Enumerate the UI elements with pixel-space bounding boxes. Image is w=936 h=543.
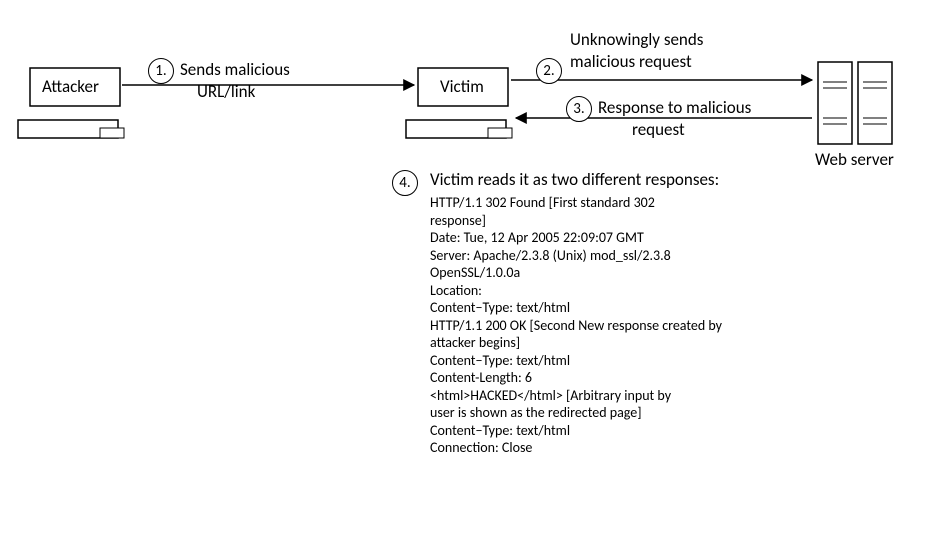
- http-l10: Content−Type: text/html: [430, 352, 722, 370]
- http-l07: Content−Type: text/html: [430, 299, 722, 317]
- http-l15: Connection: Close: [430, 439, 722, 457]
- http-l12: <html>HACKED</html> [Arbitrary input by: [430, 387, 722, 405]
- http-l11: Content-Length: 6: [430, 369, 722, 387]
- step4-number: 4.: [392, 170, 418, 196]
- http-l06: Location:: [430, 282, 722, 300]
- victim-label: Victim: [440, 77, 484, 97]
- step2-text-l2: malicious request: [570, 52, 692, 72]
- diagram-stage: Attacker Victim Web server 1. Sends mali…: [0, 0, 936, 543]
- http-l02: response]: [430, 212, 722, 230]
- http-l04: Server: Apache/2.3.8 (Unix) mod_ssl/2.3.…: [430, 247, 722, 265]
- step2-number: 2.: [536, 58, 562, 84]
- webserver-icon: [818, 62, 892, 144]
- http-l03: Date: Tue, 12 Apr 2005 22:09:07 GMT: [430, 229, 722, 247]
- http-l05: OpenSSL/1.0.0a: [430, 264, 722, 282]
- webserver-label: Web server: [815, 150, 894, 170]
- attacker-label: Attacker: [42, 77, 99, 97]
- step3-text-l1: Response to malicious: [598, 98, 751, 118]
- http-l13: user is shown as the redirected page]: [430, 404, 722, 422]
- http-l09: attacker begins]: [430, 334, 722, 352]
- http-l08: HTTP/1.1 200 OK [Second New response cre…: [430, 317, 722, 335]
- step4-title: Victim reads it as two different respons…: [430, 170, 722, 190]
- step1-number: 1.: [148, 58, 174, 84]
- http-l14: Content−Type: text/html: [430, 422, 722, 440]
- step2-text-l1: Unknowingly sends: [570, 30, 703, 50]
- step1-text-l2: URL/link: [197, 82, 255, 102]
- http-l01: HTTP/1.1 302 Found [First standard 302: [430, 194, 722, 212]
- step4-block: Victim reads it as two different respons…: [430, 170, 722, 457]
- step3-number: 3.: [566, 96, 592, 122]
- step1-text-l1: Sends malicious: [180, 60, 290, 80]
- step3-text-l2: request: [632, 120, 685, 140]
